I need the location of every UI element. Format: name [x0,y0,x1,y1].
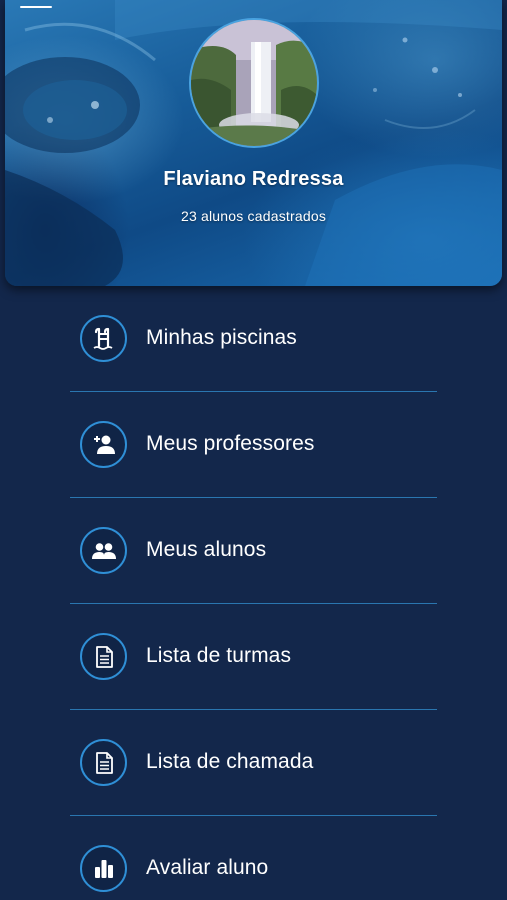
avatar[interactable] [189,18,319,148]
menu-label: Meus alunos [146,538,267,561]
menu-label: Lista de chamada [146,750,314,773]
bar-chart-icon [80,845,127,892]
main-menu: Minhas piscinas Meus professores Meus al… [70,286,437,900]
menu-item-avaliar-aluno[interactable]: Avaliar aluno [70,816,437,900]
menu-label: Avaliar aluno [146,856,269,879]
users-group-icon [80,527,127,574]
menu-label: Minhas piscinas [146,326,297,349]
menu-label: Meus professores [146,432,315,455]
menu-item-lista-de-turmas[interactable]: Lista de turmas [70,604,437,710]
menu-item-minhas-piscinas[interactable]: Minhas piscinas [70,286,437,392]
app-screen: Flaviano Redressa 23 alunos cadastrados … [0,0,507,900]
document-icon [80,739,127,786]
hamburger-menu-icon[interactable] [20,0,52,16]
menu-item-meus-professores[interactable]: Meus professores [70,392,437,498]
waterfall-photo [191,20,317,146]
profile-header: Flaviano Redressa 23 alunos cadastrados [5,0,502,286]
students-count-text: 23 alunos cadastrados [180,208,327,224]
menu-item-meus-alunos[interactable]: Meus alunos [70,498,437,604]
menu-item-lista-de-chamada[interactable]: Lista de chamada [70,710,437,816]
add-user-icon [80,421,127,468]
menu-label: Lista de turmas [146,644,292,667]
document-icon [80,633,127,680]
pool-ladder-icon [80,315,127,362]
user-name: Flaviano Redressa [163,168,344,190]
